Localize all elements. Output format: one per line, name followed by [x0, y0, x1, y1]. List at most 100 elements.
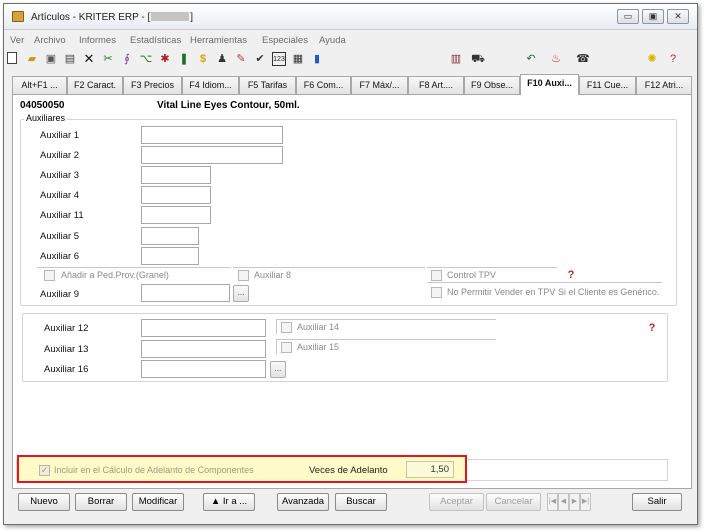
tab-cuentas[interactable]: F11 Cue...	[579, 76, 636, 94]
auxiliar-3-input[interactable]	[141, 166, 211, 184]
money-bag-icon[interactable]: ♨	[549, 52, 563, 66]
phone-icon[interactable]: ☎	[576, 52, 590, 66]
redacted-title-block	[151, 12, 190, 21]
cancelar-button[interactable]: Cancelar	[486, 493, 541, 511]
tab-atributos[interactable]: F12 Atri...	[636, 76, 692, 94]
tab-precios[interactable]: F3 Precios	[123, 76, 182, 94]
tab-comisiones[interactable]: F6 Com...	[296, 76, 351, 94]
help-hat-icon[interactable]: ?	[565, 270, 577, 281]
calculator-icon[interactable]: ▥	[449, 52, 463, 66]
asterisk-icon[interactable]: ✱	[158, 52, 172, 66]
delete-x-icon[interactable]: ✕	[82, 52, 96, 66]
save-disk-icon[interactable]: ▣	[44, 52, 58, 66]
no-permitir-vender-checkbox[interactable]	[431, 287, 442, 298]
close-button[interactable]: ✕	[667, 9, 689, 24]
nav-last-button[interactable]: ▶|	[580, 493, 591, 511]
stamp-icon[interactable]: ♟	[215, 52, 229, 66]
modificar-button[interactable]: Modificar	[132, 493, 184, 511]
menu-ayuda[interactable]: Ayuda	[319, 35, 346, 46]
nuevo-button[interactable]: Nuevo	[18, 493, 70, 511]
menu-informes[interactable]: Informes	[79, 35, 116, 46]
avanzada-button[interactable]: Avanzada	[277, 493, 329, 511]
auxiliar-11-input[interactable]	[141, 206, 211, 224]
tab-auxiliares[interactable]: F10 Auxi...	[520, 74, 579, 95]
menu-herramientas[interactable]: Herramientas	[190, 35, 247, 46]
minimize-button[interactable]: ▭	[617, 9, 639, 24]
menu-estadisticas[interactable]: Estadísticas	[130, 35, 181, 46]
divider-line	[276, 319, 277, 334]
new-document-icon[interactable]	[7, 52, 17, 64]
auxiliar-14-checkbox[interactable]	[281, 322, 292, 333]
borrar-button[interactable]: Borrar	[75, 493, 127, 511]
auxiliar-1-input[interactable]	[141, 126, 283, 144]
auxiliar-9-browse-button[interactable]: ...	[233, 285, 249, 302]
ir-a-button[interactable]: ▲ Ir a ...	[203, 493, 255, 511]
control-tpv-checkbox[interactable]	[431, 270, 442, 281]
auxiliar-16-input[interactable]	[141, 360, 266, 378]
tab-maximos[interactable]: F7 Máx/...	[351, 76, 408, 94]
auxiliar-8-label: Auxiliar 8	[254, 270, 292, 280]
bottles-icon[interactable]: ❚	[177, 52, 191, 66]
toolbar: ▰ ▣ ▤ ✕ ✂ ∮ ⌥ ✱ ❚ $ ♟ ✎ ✔ 123 ▦ ▮ ▥ ⛟ ↶ …	[4, 49, 697, 71]
auxiliar-13-input[interactable]	[141, 340, 266, 358]
auxiliar-3-label: Auxiliar 3	[40, 170, 80, 181]
title-bar[interactable]: Artículos - KRITER ERP - [] ▭ ▣ ✕	[4, 4, 697, 30]
anadir-ped-prov-checkbox[interactable]	[44, 270, 55, 281]
tab-articulos[interactable]: F8 Art....	[408, 76, 464, 94]
printer-icon[interactable]: ▦	[291, 52, 305, 66]
auxiliar-5-input[interactable]	[141, 227, 199, 245]
tab-observaciones[interactable]: F9 Obse...	[464, 76, 520, 94]
link-icon[interactable]: ∮	[120, 52, 134, 66]
menu-bar: Ver Archivo Informes Estadísticas Herram…	[4, 32, 697, 48]
menu-archivo[interactable]: Archivo	[34, 35, 66, 46]
auxiliar-12-label: Auxiliar 12	[44, 323, 89, 334]
bar-chart-icon[interactable]: ▮	[310, 52, 324, 66]
auxiliar-16-browse-button[interactable]: ...	[270, 361, 286, 378]
tab-alt-f1[interactable]: Alt+F1 ...	[12, 76, 67, 94]
open-folder-icon[interactable]: ▰	[25, 52, 39, 66]
edit-form-icon[interactable]: ▤	[63, 52, 77, 66]
menu-ver[interactable]: Ver	[10, 35, 24, 46]
nav-next-button[interactable]: ▶	[569, 493, 580, 511]
article-description: Vital Line Eyes Contour, 50ml.	[157, 100, 300, 111]
lightbulb-icon[interactable]: ✺	[645, 52, 659, 66]
nav-prev-button[interactable]: ◀	[558, 493, 569, 511]
auxiliar-4-input[interactable]	[141, 186, 211, 204]
brush-icon[interactable]: ✎	[234, 52, 248, 66]
undo-arrow-icon[interactable]: ↶	[524, 52, 538, 66]
veces-adelanto-label: Veces de Adelanto	[309, 465, 388, 476]
anadir-ped-prov-label: Añadir a Ped.Prov.(Granel)	[61, 270, 169, 280]
aceptar-button[interactable]: Aceptar	[429, 493, 484, 511]
shopping-cart-icon[interactable]: ⛟	[471, 52, 485, 66]
buscar-button[interactable]: Buscar	[335, 493, 387, 511]
tab-caracteristicas[interactable]: F2 Caract.	[67, 76, 123, 94]
divider-line	[276, 319, 496, 320]
incluir-adelanto-checkbox[interactable]: ✓	[39, 465, 50, 476]
divider-line	[427, 267, 557, 268]
salir-button[interactable]: Salir	[632, 493, 682, 511]
auxiliar-12-input[interactable]	[141, 319, 266, 337]
nav-first-button[interactable]: |◀	[547, 493, 558, 511]
auxiliar-11-label: Auxiliar 11	[40, 210, 84, 221]
dollar-icon[interactable]: $	[196, 52, 210, 66]
action-bar: Nuevo Borrar Modificar ▲ Ir a ... Avanza…	[0, 490, 704, 516]
maximize-button[interactable]: ▣	[642, 9, 664, 24]
checklist-icon[interactable]: ✔	[253, 52, 267, 66]
divider-line	[276, 339, 496, 340]
hierarchy-icon[interactable]: ⌥	[139, 52, 153, 66]
auxiliar-6-label: Auxiliar 6	[40, 251, 80, 262]
help-hat-icon[interactable]: ?	[666, 52, 680, 66]
menu-especiales[interactable]: Especiales	[262, 35, 308, 46]
keypad-123-icon[interactable]: 123	[272, 52, 286, 66]
tab-tarifas[interactable]: F5 Tarifas	[239, 76, 296, 94]
auxiliar-8-checkbox[interactable]	[238, 270, 249, 281]
auxiliar-6-input[interactable]	[141, 247, 199, 265]
auxiliar-9-label: Auxiliar 9	[40, 289, 80, 300]
help-hat-icon[interactable]: ?	[646, 323, 658, 334]
auxiliar-2-input[interactable]	[141, 146, 283, 164]
auxiliar-15-checkbox[interactable]	[281, 342, 292, 353]
auxiliar-9-input[interactable]	[141, 284, 230, 302]
veces-adelanto-input[interactable]: 1,50	[406, 461, 454, 478]
tools-icon[interactable]: ✂	[101, 52, 115, 66]
tab-idiomas[interactable]: F4 Idiom...	[182, 76, 239, 94]
